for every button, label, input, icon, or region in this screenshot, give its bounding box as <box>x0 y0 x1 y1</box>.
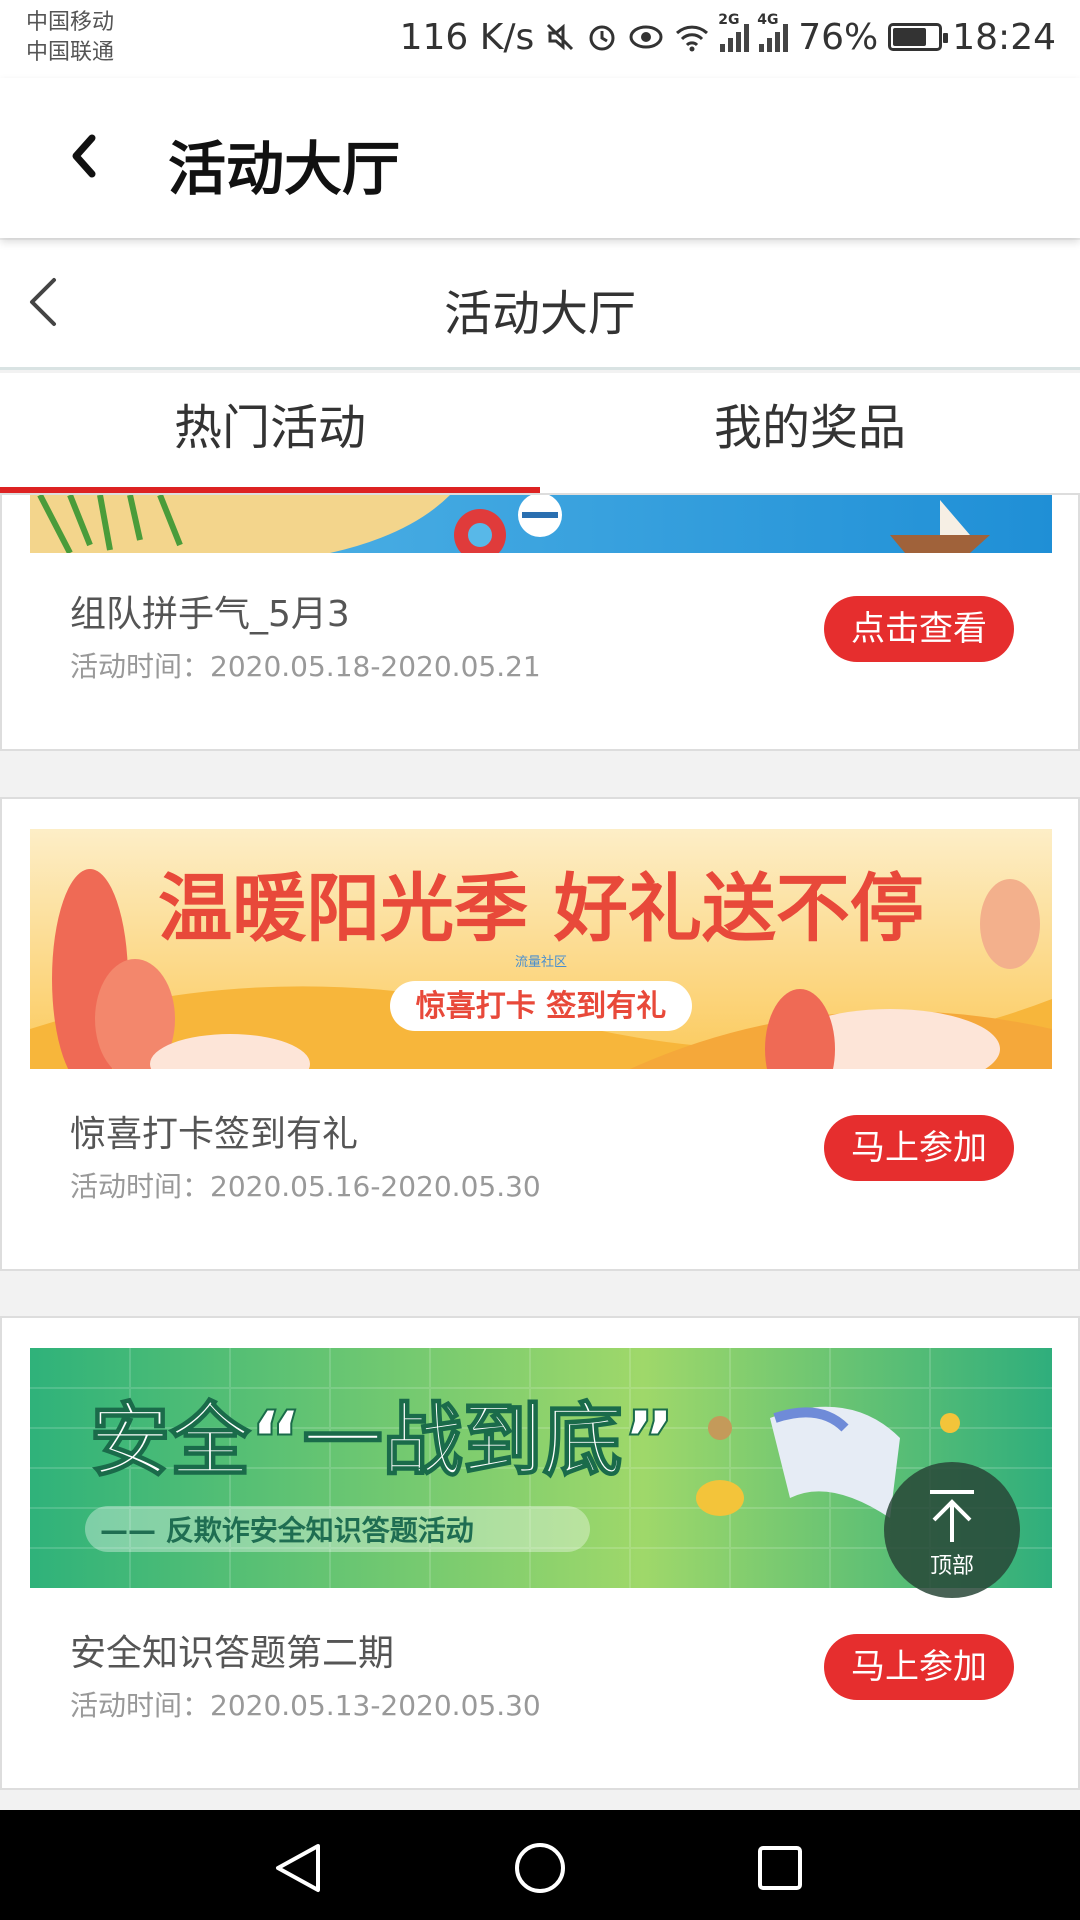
join-button[interactable]: 马上参加 <box>824 1115 1014 1181</box>
mute-icon <box>547 23 574 51</box>
signal-2g-icon: 2G <box>718 12 750 52</box>
activity-banner-sunshine[interactable]: 温暖阳光季 好礼送不停 流量社区 惊喜打卡 签到有礼 <box>30 829 1052 1069</box>
banner-headline: 安全“一战到底” <box>90 1394 675 1487</box>
carrier-info: 中国移动 中国联通 <box>26 8 114 68</box>
banner-subtitle: —— 反欺诈安全知识答题活动 <box>100 1514 474 1547</box>
battery-icon <box>888 23 949 51</box>
carrier-2: 中国联通 <box>26 40 115 65</box>
status-bar: 中国移动 中国联通 116 K/s 2G 4G 76% 18:24 <box>0 0 1080 78</box>
activity-title: 安全知识答题第二期 <box>70 1633 395 1674</box>
arrow-up-icon <box>930 1490 974 1542</box>
page-title: 活动大厅 <box>443 286 636 342</box>
nav-back-icon[interactable] <box>268 1840 328 1896</box>
app-bar: 活动大厅 <box>0 78 1080 238</box>
activity-card: 温暖阳光季 好礼送不停 流量社区 惊喜打卡 签到有礼 惊喜打卡签到有礼 活动时间… <box>0 797 1080 1271</box>
banner-watermark: 流量社区 <box>515 954 567 970</box>
nav-recents-icon[interactable] <box>750 1840 810 1896</box>
network-speed: 116 K/s <box>399 16 535 58</box>
nav-home-icon[interactable] <box>510 1840 570 1896</box>
activity-time: 活动时间：2020.05.18-2020.05.21 <box>70 650 541 683</box>
battery-percent: 76% <box>798 16 879 58</box>
signal-4g-icon: 4G <box>757 12 789 52</box>
back-to-top-button[interactable]: 顶部 <box>884 1462 1020 1598</box>
activity-banner-beach[interactable] <box>30 495 1052 553</box>
tab-my-prizes[interactable]: 我的奖品 <box>540 373 1080 493</box>
activity-title: 惊喜打卡签到有礼 <box>70 1114 359 1155</box>
activity-time: 活动时间：2020.05.16-2020.05.30 <box>70 1170 541 1203</box>
carrier-1: 中国移动 <box>26 10 115 35</box>
view-button[interactable]: 点击查看 <box>824 596 1014 662</box>
system-nav-bar <box>0 1810 1080 1920</box>
activity-title: 组队拼手气_5月3 <box>70 594 350 635</box>
status-icons: 116 K/s 2G 4G 76% 18:24 <box>399 12 1056 60</box>
app-bar-title: 活动大厅 <box>168 135 401 203</box>
tab-bar: 热门活动 我的奖品 <box>0 373 1080 493</box>
alarm-icon <box>589 25 615 51</box>
page-header: 活动大厅 <box>0 240 1080 370</box>
activity-card: 组队拼手气_5月3 活动时间：2020.05.18-2020.05.21 点击查… <box>0 493 1080 751</box>
back-to-top-label: 顶部 <box>929 1554 974 1579</box>
wifi-icon <box>676 25 709 52</box>
activity-time: 活动时间：2020.05.13-2020.05.30 <box>70 1689 541 1722</box>
eye-icon <box>629 25 663 49</box>
join-button[interactable]: 马上参加 <box>824 1634 1014 1700</box>
clock: 18:24 <box>952 16 1056 58</box>
back-arrow-icon[interactable] <box>62 124 106 188</box>
banner-headline: 温暖阳光季 好礼送不停 <box>158 866 924 952</box>
tab-hot-activities[interactable]: 热门活动 <box>0 373 540 493</box>
banner-pill-text: 惊喜打卡 签到有礼 <box>416 989 666 1024</box>
